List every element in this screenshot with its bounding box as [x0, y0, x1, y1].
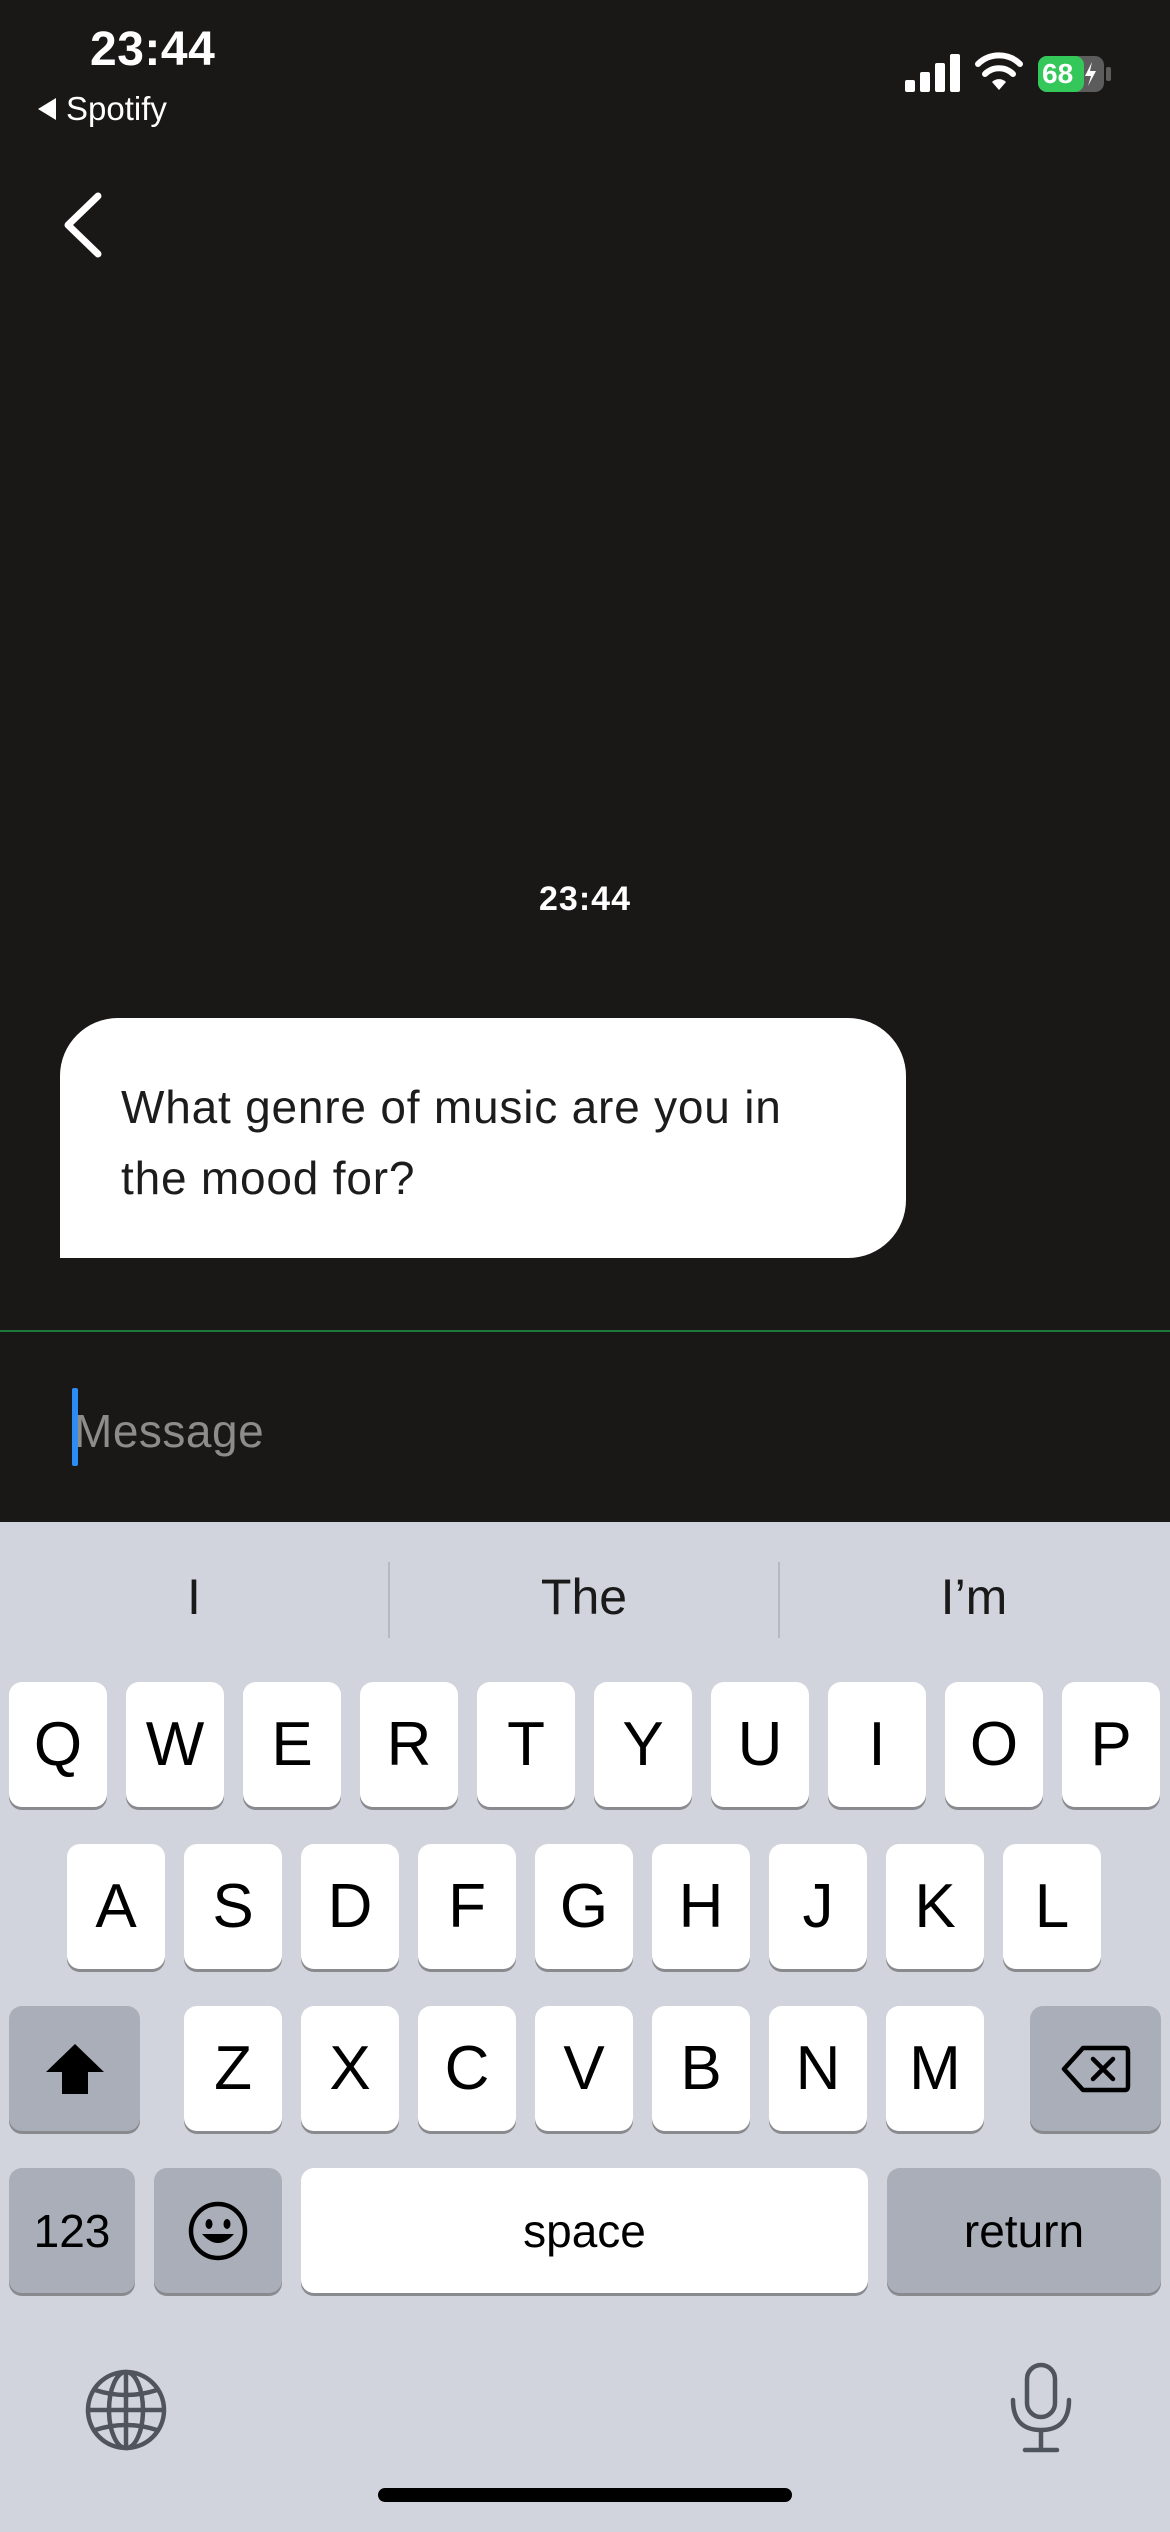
key-w[interactable]: W: [126, 1682, 224, 1807]
key-n[interactable]: N: [769, 2006, 867, 2131]
key-a[interactable]: A: [67, 1844, 165, 1969]
back-app-label: Spotify: [66, 90, 167, 127]
cellular-signal-icon: [905, 54, 960, 92]
suggestion-1[interactable]: I: [0, 1522, 388, 1672]
key-c[interactable]: C: [418, 2006, 516, 2131]
message-text: What genre of music are you in the mood …: [121, 1081, 782, 1204]
wifi-icon: [975, 52, 1023, 90]
back-to-app-link[interactable]: Spotify: [38, 90, 167, 128]
emoji-key[interactable]: [154, 2168, 282, 2293]
backspace-key[interactable]: [1030, 2006, 1161, 2131]
suggestion-3[interactable]: I’m: [780, 1522, 1168, 1672]
key-v[interactable]: V: [535, 2006, 633, 2131]
key-m[interactable]: M: [886, 2006, 984, 2131]
chat-timestamp: 23:44: [539, 880, 631, 918]
message-placeholder: Message: [74, 1405, 265, 1457]
key-e[interactable]: E: [243, 1682, 341, 1807]
key-b[interactable]: B: [652, 2006, 750, 2131]
status-time: 23:44: [90, 23, 216, 76]
composer-divider: [0, 1330, 1170, 1332]
return-key[interactable]: return: [887, 2168, 1161, 2293]
key-z[interactable]: Z: [184, 2006, 282, 2131]
key-x[interactable]: X: [301, 2006, 399, 2131]
globe-icon[interactable]: [84, 2368, 168, 2452]
back-triangle-icon: [38, 98, 56, 120]
key-q[interactable]: Q: [9, 1682, 107, 1807]
back-chevron-icon[interactable]: [58, 190, 108, 260]
keyboard: I The I’m Q W E R T Y U I O P A S D F G …: [0, 1522, 1170, 2532]
key-j[interactable]: J: [769, 1844, 867, 1969]
shift-icon: [45, 2043, 104, 2094]
key-d[interactable]: D: [301, 1844, 399, 1969]
key-r[interactable]: R: [360, 1682, 458, 1807]
space-key[interactable]: space: [301, 2168, 868, 2293]
key-s[interactable]: S: [184, 1844, 282, 1969]
key-p[interactable]: P: [1062, 1682, 1160, 1807]
key-h[interactable]: H: [652, 1844, 750, 1969]
shift-key[interactable]: [9, 2006, 140, 2131]
assistant-message-bubble: What genre of music are you in the mood …: [60, 1018, 906, 1258]
key-f[interactable]: F: [418, 1844, 516, 1969]
key-k[interactable]: K: [886, 1844, 984, 1969]
message-input[interactable]: Message: [72, 1388, 1072, 1476]
battery-icon: 68: [1038, 56, 1112, 92]
key-u[interactable]: U: [711, 1682, 809, 1807]
key-o[interactable]: O: [945, 1682, 1043, 1807]
backspace-icon: [1061, 2045, 1130, 2092]
key-l[interactable]: L: [1003, 1844, 1101, 1969]
key-t[interactable]: T: [477, 1682, 575, 1807]
suggestion-2[interactable]: The: [390, 1522, 778, 1672]
microphone-icon[interactable]: [1008, 2362, 1074, 2454]
numbers-key[interactable]: 123: [9, 2168, 135, 2293]
emoji-icon: [188, 2201, 248, 2260]
key-y[interactable]: Y: [594, 1682, 692, 1807]
home-indicator[interactable]: [378, 2488, 792, 2502]
key-g[interactable]: G: [535, 1844, 633, 1969]
key-i[interactable]: I: [828, 1682, 926, 1807]
battery-level: 68: [1042, 58, 1074, 89]
